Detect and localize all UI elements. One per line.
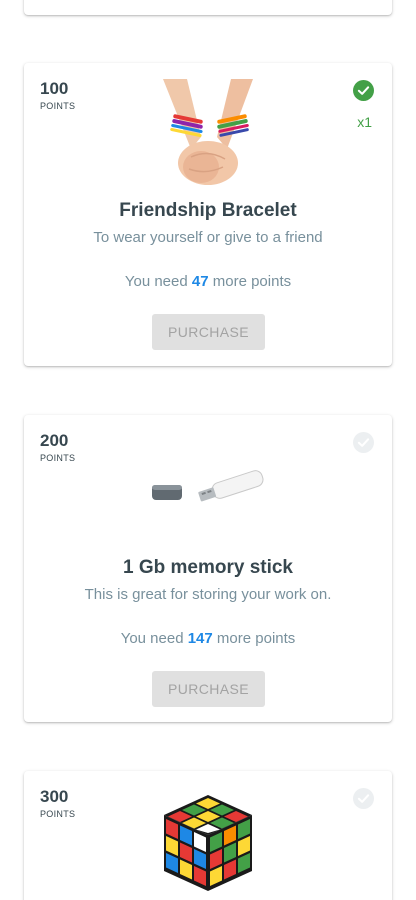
not-owned-check-icon [353, 432, 374, 453]
reward-title: Friendship Bracelet [119, 200, 297, 221]
memory-stick-image [152, 470, 264, 502]
not-owned-check-icon [353, 788, 374, 809]
reward-title: 1 Gb memory stick [122, 557, 294, 578]
points-label: POINTS [40, 453, 76, 463]
reward-description: To wear yourself or give to a friend [93, 229, 323, 246]
points-needed: You need 47 more points [24, 273, 392, 290]
owned-count: x1 [357, 114, 372, 130]
purchase-button[interactable]: PURCHASE [152, 671, 265, 707]
reward-description: This is great for storing your work on. [84, 586, 332, 603]
reward-card: 300 POINTS [24, 771, 392, 900]
points-badge: 200 POINTS [40, 431, 75, 463]
points-needed-value: 47 [191, 273, 209, 290]
points-needed-suffix: more points [216, 630, 296, 647]
points-label: POINTS [40, 809, 76, 819]
points-needed: You need 147 more points [24, 630, 392, 647]
points-value: 100 [40, 79, 69, 98]
points-value: 300 [40, 787, 69, 806]
points-needed-value: 147 [187, 630, 213, 647]
rubiks-cube-image [164, 795, 252, 891]
points-badge: 300 POINTS [40, 787, 75, 819]
points-needed-prefix: You need [120, 630, 184, 647]
reward-card: 100 POINTS x1 Friendship Bracelet To wea… [24, 63, 392, 366]
points-needed-prefix: You need [124, 273, 188, 290]
points-needed-suffix: more points [212, 273, 292, 290]
reward-card: 200 POINTS 1 Gb memory stick This is gre… [24, 415, 392, 722]
reward-card-previous [24, 0, 392, 15]
owned-check-icon [353, 80, 374, 101]
friendship-bracelet-image [163, 79, 253, 185]
points-badge: 100 POINTS [40, 79, 75, 111]
points-value: 200 [40, 431, 69, 450]
purchase-button[interactable]: PURCHASE [152, 314, 265, 350]
points-label: POINTS [40, 101, 76, 111]
